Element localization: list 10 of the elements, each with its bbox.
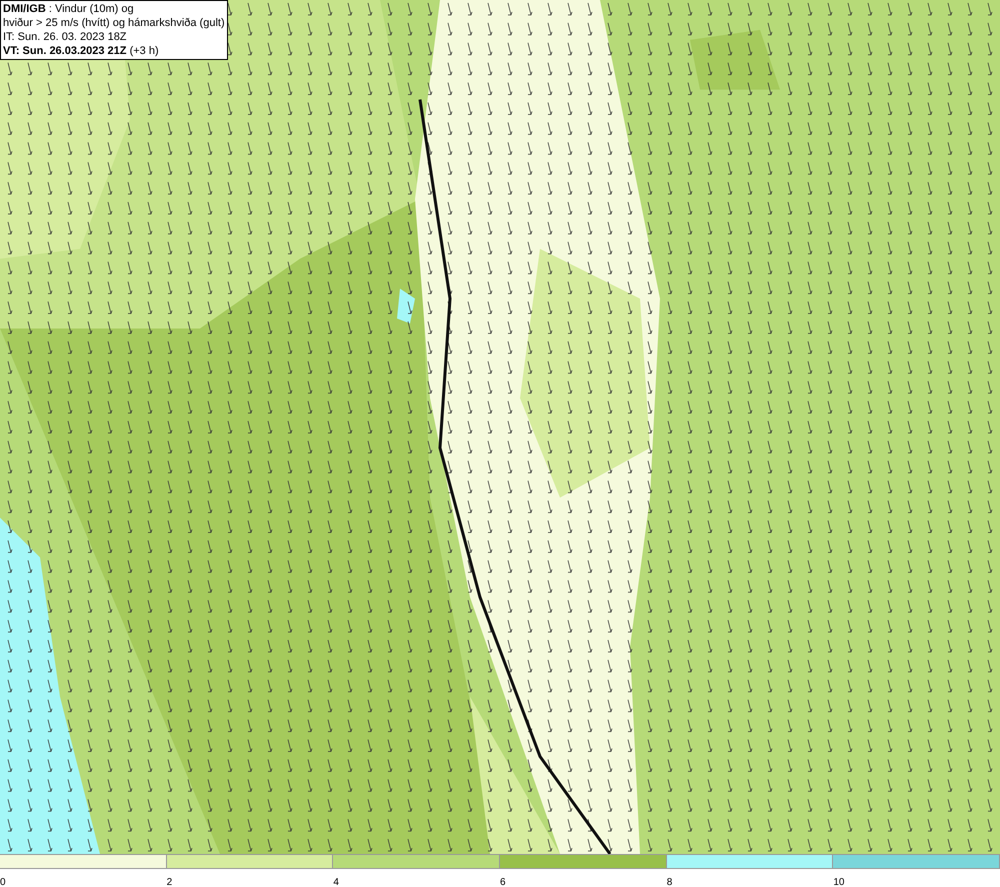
- legend-tick-label: 10: [833, 877, 844, 887]
- legend-tick-label: 2: [166, 877, 172, 887]
- info-text: VT: Sun. 26.03.2023 21Z (+3 h): [3, 44, 160, 58]
- legend-tick-label: 0: [0, 877, 6, 887]
- info-text: DMI/IGB : Vindur (10m) og: [3, 2, 135, 16]
- info-text: hviður > 25 m/s (hvítt) og hámarkshviða (gult): [3, 16, 225, 30]
- legend-tick-label: 8: [666, 877, 672, 887]
- legend-tick-label: 6: [500, 877, 506, 887]
- info-text: IT: Sun. 26. 03. 2023 18Z: [3, 30, 128, 44]
- legend-tick-label: 4: [333, 877, 339, 887]
